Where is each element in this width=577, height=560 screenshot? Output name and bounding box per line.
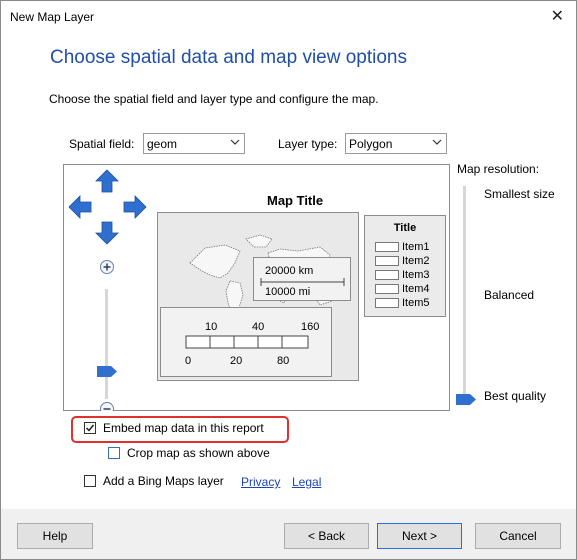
title-bar: New Map Layer ✕: [1, 1, 576, 31]
resolution-slider-track[interactable]: [463, 186, 466, 398]
legend-swatch: [375, 256, 399, 267]
check-icon: [86, 424, 95, 432]
chevron-down-icon: [432, 139, 442, 145]
legend-item: Item5: [375, 297, 430, 309]
pan-down-icon[interactable]: [94, 220, 120, 246]
page-description: Choose the spatial field and layer type …: [49, 92, 379, 106]
distance-scale: 20000 km 10000 mi: [253, 257, 351, 301]
pan-up-icon[interactable]: [94, 168, 120, 194]
scale-bar: [260, 278, 345, 286]
map-title: Map Title: [267, 193, 324, 208]
color-scale-tick-top: 40: [252, 321, 265, 333]
layer-type-value: Polygon: [349, 137, 393, 151]
color-scale-tick-top: 160: [301, 321, 320, 333]
bing-checkbox[interactable]: [84, 475, 96, 487]
legend-item: Item3: [375, 269, 430, 281]
color-scale-tick-bottom: 20: [230, 355, 243, 367]
crop-checkbox[interactable]: [108, 447, 120, 459]
legend-swatch: [375, 242, 399, 253]
legend-item: Item2: [375, 255, 430, 267]
legend-item-label: Item2: [402, 255, 430, 267]
embed-checkbox-label[interactable]: Embed map data in this report: [103, 421, 264, 435]
legend-swatch: [375, 298, 399, 309]
window-title: New Map Layer: [10, 10, 95, 24]
resolution-level-balanced[interactable]: Balanced: [484, 288, 534, 302]
legend: Title Item1 Item2 Item3 Item4 Item5: [364, 215, 446, 317]
legend-swatch: [375, 270, 399, 281]
legal-link[interactable]: Legal: [292, 475, 321, 489]
cancel-button[interactable]: Cancel: [475, 523, 561, 549]
crop-checkbox-label[interactable]: Crop map as shown above: [127, 446, 270, 460]
pan-right-icon[interactable]: [122, 194, 148, 220]
resolution-level-best[interactable]: Best quality: [484, 389, 546, 403]
bing-checkbox-label[interactable]: Add a Bing Maps layer: [103, 474, 224, 488]
privacy-link[interactable]: Privacy: [241, 475, 280, 489]
color-scale-tick-top: 10: [205, 321, 218, 333]
zoom-slider-thumb[interactable]: [96, 365, 118, 378]
zoom-slider-track[interactable]: [105, 289, 108, 399]
color-scale-bar: [185, 335, 309, 349]
legend-item: Item4: [375, 283, 430, 295]
embed-checkbox[interactable]: [84, 422, 96, 434]
close-icon[interactable]: ✕: [551, 6, 564, 26]
legend-item-label: Item1: [402, 241, 430, 253]
color-scale-tick-bottom: 80: [277, 355, 290, 367]
legend-item-label: Item5: [402, 297, 430, 309]
resolution-level-smallest[interactable]: Smallest size: [484, 187, 555, 201]
layer-type-combo[interactable]: Polygon: [345, 133, 447, 154]
help-button[interactable]: Help: [17, 523, 93, 549]
map-preview: Map Title 20000 km 10000 mi 10 40 160 0 …: [63, 164, 450, 411]
zoom-out-icon[interactable]: [99, 401, 115, 411]
back-button[interactable]: < Back: [284, 523, 369, 549]
resolution-label: Map resolution:: [457, 162, 540, 176]
scale-mi-label: 10000 mi: [265, 286, 311, 298]
legend-item-label: Item4: [402, 283, 430, 295]
page-heading: Choose spatial data and map view options: [50, 47, 408, 68]
layer-type-label: Layer type:: [278, 137, 338, 151]
color-scale: 10 40 160 0 20 80: [160, 307, 332, 377]
scale-km-label: 20000 km: [265, 265, 314, 277]
color-scale-tick-bottom: 0: [185, 355, 192, 367]
legend-item-label: Item3: [402, 269, 430, 281]
spatial-field-value: geom: [147, 137, 178, 151]
zoom-in-icon[interactable]: [99, 259, 115, 275]
new-map-layer-dialog: New Map Layer ✕ Choose spatial data and …: [0, 0, 577, 560]
legend-title: Title: [393, 222, 417, 234]
spatial-field-combo[interactable]: geom: [143, 133, 245, 154]
legend-item: Item1: [375, 241, 430, 253]
resolution-slider-thumb[interactable]: [455, 393, 477, 406]
next-button[interactable]: Next >: [377, 523, 462, 549]
spatial-field-label: Spatial field:: [69, 137, 135, 151]
chevron-down-icon: [230, 139, 240, 145]
pan-left-icon[interactable]: [67, 194, 93, 220]
legend-swatch: [375, 284, 399, 295]
